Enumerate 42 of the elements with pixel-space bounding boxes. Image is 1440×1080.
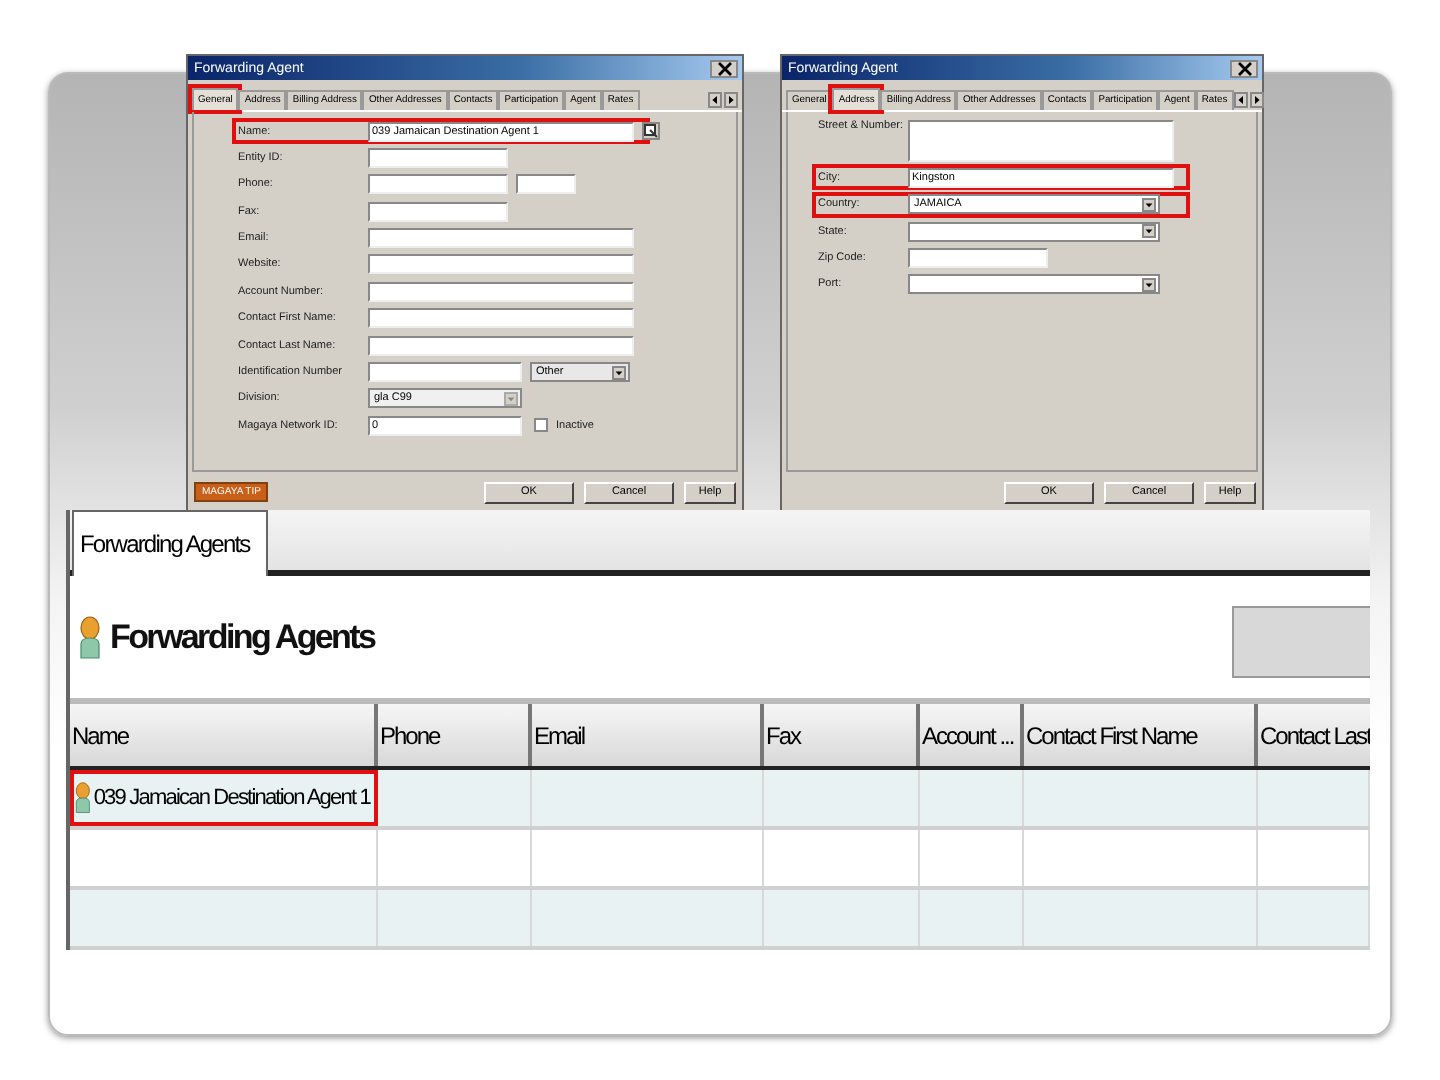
input-field[interactable] [368,281,634,302]
person-icon [78,615,102,659]
scroll-left-icon[interactable] [1233,92,1248,108]
column-header[interactable]: Fax [764,704,920,766]
dropdown-arrow-icon [504,391,518,406]
column-header[interactable]: Contact Last [1258,704,1370,766]
scroll-right-icon[interactable] [1249,92,1264,108]
input-field[interactable] [368,174,508,195]
lookup-icon [644,124,658,138]
column-header[interactable]: Contact First Name [1024,704,1258,766]
dropdown-arrow-icon [1142,224,1156,239]
input-field[interactable] [368,201,508,222]
input-field[interactable] [368,308,634,329]
close-icon [717,61,731,75]
column-header[interactable]: Name [70,704,378,766]
tab[interactable]: Forwarding Agents [72,510,268,576]
lookup-button[interactable] [642,122,660,140]
column-header[interactable]: Phone [378,704,532,766]
toolbar-panel [1232,605,1370,677]
extension-field[interactable] [516,174,576,195]
scroll-left-icon[interactable] [708,92,722,108]
close-button[interactable] [710,59,738,77]
input-field[interactable] [908,248,1048,269]
input-field[interactable] [368,147,508,168]
dropdown[interactable] [908,274,1160,295]
input-field[interactable] [368,362,522,383]
column-header[interactable]: Email [532,704,764,766]
close-button[interactable] [1230,59,1258,77]
checkbox[interactable] [534,418,548,433]
input-field[interactable] [368,254,634,275]
input-field[interactable] [368,335,634,356]
column-header[interactable]: Account ... [920,704,1024,766]
person-icon [74,782,92,814]
page-heading: Forwarding Agents [110,617,375,657]
text-area[interactable] [908,120,1174,162]
scroll-right-icon[interactable] [724,92,738,108]
dropdown-arrow-icon [612,365,626,380]
input-field[interactable] [368,228,634,249]
dropdown[interactable] [908,221,1160,242]
close-icon [1237,61,1251,75]
dropdown-arrow-icon [1142,277,1156,292]
dropdown-arrow-icon [1142,197,1156,212]
